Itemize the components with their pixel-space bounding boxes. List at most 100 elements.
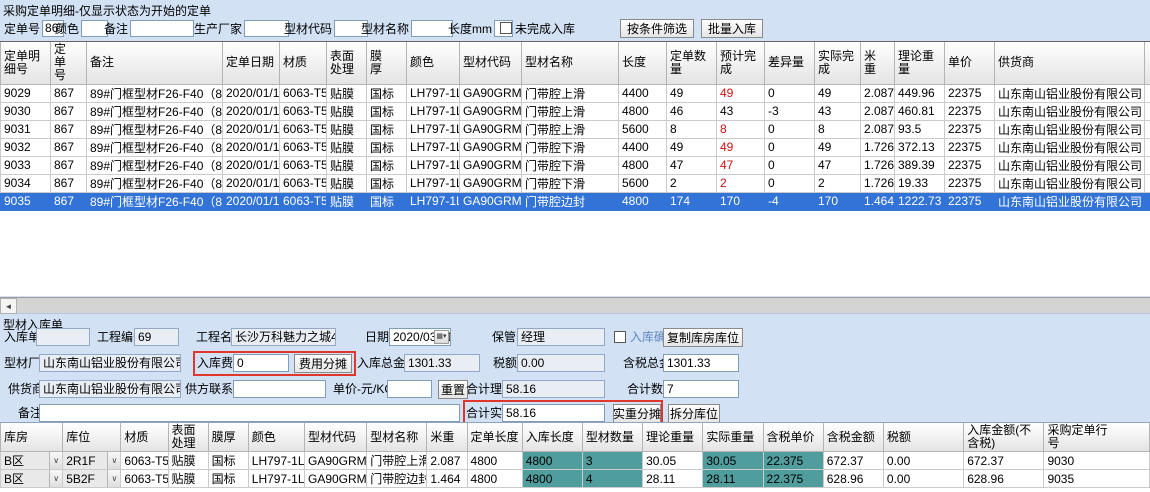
column-header[interactable]: 定单明 细号 (1, 42, 51, 84)
table-cell[interactable]: 43 (717, 102, 765, 120)
table-cell[interactable]: 174 (667, 192, 717, 210)
project-no-field[interactable]: 69 (134, 328, 179, 346)
table-cell[interactable]: 2.087 (427, 452, 467, 470)
fee-field[interactable]: 0 (233, 354, 289, 372)
reset-button[interactable]: 重置 (438, 380, 468, 399)
table-row[interactable]: B区∨5B2F∨6063-T5贴膜国标LH797-1LL0GA90GRM05门带… (1, 470, 1150, 488)
table-cell[interactable]: -4 (765, 192, 815, 210)
table-cell[interactable]: 867 (51, 174, 87, 192)
tax-total-field[interactable]: 1301.33 (663, 354, 739, 372)
table-cell[interactable]: 6063-T5 (280, 102, 327, 120)
profile-name-input[interactable] (411, 20, 453, 37)
table-row[interactable]: B区∨2R1F∨6063-T5贴膜国标LH797-1LL0GA90GRM03门带… (1, 452, 1150, 470)
table-cell[interactable]: 49 (717, 138, 765, 156)
table-cell[interactable]: LH797-1LL0 (407, 84, 460, 102)
table-cell[interactable]: 22375 (945, 102, 995, 120)
factory-field[interactable]: 山东南山铝业股份有限公司 (39, 354, 181, 372)
table-cell[interactable]: 2020/01/13 (223, 156, 280, 174)
table-cell[interactable]: 山东南山铝业股份有限公司 (995, 84, 1145, 102)
table-cell[interactable]: 46 (667, 102, 717, 120)
table-cell[interactable]: 30.05 (643, 452, 703, 470)
table-cell[interactable]: 4400 (619, 84, 667, 102)
fee-split-button[interactable]: 费用分摊 (294, 354, 352, 373)
copy-warehouse-slot-button[interactable]: 复制库房库位 (663, 328, 743, 347)
column-header[interactable]: 定单日期 (223, 42, 280, 84)
table-cell[interactable]: 49 (717, 84, 765, 102)
table-cell[interactable]: 8 (717, 120, 765, 138)
table-cell[interactable]: 贴膜 (168, 452, 208, 470)
table-cell[interactable]: 6063-T5 (280, 120, 327, 138)
table-cell[interactable]: LH797-1LL0 (407, 192, 460, 210)
table-cell[interactable]: 0.00 (883, 452, 963, 470)
table-cell[interactable]: GA90GRM05 (304, 470, 366, 488)
actual-total-field[interactable]: 58.16 (502, 404, 605, 422)
table-cell[interactable]: 0.00 (883, 470, 963, 488)
table-cell[interactable]: 2.087 (861, 120, 895, 138)
column-header[interactable]: 库房 (1, 423, 63, 452)
table-cell[interactable]: 47 (667, 156, 717, 174)
column-header[interactable]: 备注 (87, 42, 223, 84)
table-cell[interactable]: 49 (815, 138, 861, 156)
table-cell[interactable]: 贴膜 (168, 470, 208, 488)
column-header[interactable]: 材质 (280, 42, 327, 84)
column-header[interactable]: 差异量 (765, 42, 815, 84)
table-cell[interactable]: GA90GRM03 (460, 84, 522, 102)
table-cell[interactable]: 9031 (1, 120, 51, 138)
date-field[interactable]: 2020/03/31 ▦▾ (389, 328, 451, 346)
table-cell[interactable]: 门带腔上滑 (367, 452, 427, 470)
table-cell[interactable]: 9029 (1, 84, 51, 102)
table-cell[interactable]: 89#门框型材F26-F40（866+867） (87, 174, 223, 192)
table-cell[interactable]: 867 (51, 120, 87, 138)
table-cell[interactable]: 国标 (367, 138, 407, 156)
table-cell[interactable]: LH797-1LL0 (407, 138, 460, 156)
table-cell[interactable]: 6063-T5 (121, 470, 168, 488)
table-cell[interactable]: 89#门框型材F26-F40（866+867） (87, 84, 223, 102)
theoretical-total-field[interactable]: 58.16 (502, 380, 605, 398)
table-cell[interactable]: B区∨ (1, 470, 63, 488)
table-cell[interactable]: 372.13 (895, 138, 945, 156)
table-cell[interactable]: 贴膜 (327, 120, 367, 138)
table-cell[interactable]: 5600 (619, 174, 667, 192)
note-input[interactable] (130, 20, 194, 37)
table-cell[interactable]: 4800 (619, 156, 667, 174)
column-header[interactable]: 型材数量 (582, 423, 642, 452)
table-row[interactable]: 903286789#门框型材F26-F40（866+867）2020/01/13… (1, 138, 1150, 156)
filter-by-condition-button[interactable]: 按条件筛选 (620, 19, 694, 38)
inbound-no-field[interactable] (36, 328, 90, 346)
table-cell[interactable]: 6063-T5 (280, 192, 327, 210)
column-header[interactable]: 表面 处理 (327, 42, 367, 84)
table-cell[interactable]: 国标 (367, 156, 407, 174)
column-header[interactable]: 型材名称 (522, 42, 619, 84)
keeper-field[interactable]: 经理 (517, 328, 605, 346)
table-cell[interactable]: 4400 (619, 138, 667, 156)
table-cell[interactable]: 山东南山铝业股份有限公司 (995, 156, 1145, 174)
table-cell[interactable] (1145, 138, 1150, 156)
table-cell[interactable]: 867 (51, 156, 87, 174)
column-header[interactable]: 型材名称 (367, 423, 427, 452)
table-cell[interactable]: 4800 (467, 470, 522, 488)
table-cell[interactable]: 0 (765, 138, 815, 156)
table-cell[interactable]: 9030 (1044, 452, 1150, 470)
table-cell[interactable]: LH797-1LL0 (407, 156, 460, 174)
table-cell[interactable]: 89#门框型材F26-F40（866+867） (87, 120, 223, 138)
table-cell[interactable]: 1.726 (861, 156, 895, 174)
table-cell[interactable]: 1.726 (861, 138, 895, 156)
column-header[interactable]: 膜厚 (208, 423, 248, 452)
column-header[interactable]: 型材代码 (304, 423, 366, 452)
table-cell[interactable]: 30.05 (703, 452, 763, 470)
table-cell[interactable]: LH797-1LL0 (407, 102, 460, 120)
table-cell[interactable]: 1.726 (861, 174, 895, 192)
table-cell[interactable]: 贴膜 (327, 84, 367, 102)
dropdown-chevron-icon[interactable]: ∨ (49, 470, 62, 487)
table-cell[interactable]: 贴膜 (327, 102, 367, 120)
table-cell[interactable]: 门带腔下滑 (522, 156, 619, 174)
column-header[interactable]: 表面 处理 (168, 423, 208, 452)
table-row[interactable]: 903186789#门框型材F26-F40（866+867）2020/01/13… (1, 120, 1150, 138)
table-cell[interactable]: 22375 (945, 120, 995, 138)
table-cell[interactable]: 2020/01/13 (223, 174, 280, 192)
table-cell[interactable]: 1.464 (427, 470, 467, 488)
table-cell[interactable]: 9032 (1, 138, 51, 156)
table-cell[interactable]: 2.087 (861, 84, 895, 102)
table-row[interactable]: 903586789#门框型材F26-F40（866+867）2020/01/13… (1, 192, 1150, 210)
table-cell[interactable]: 国标 (208, 452, 248, 470)
